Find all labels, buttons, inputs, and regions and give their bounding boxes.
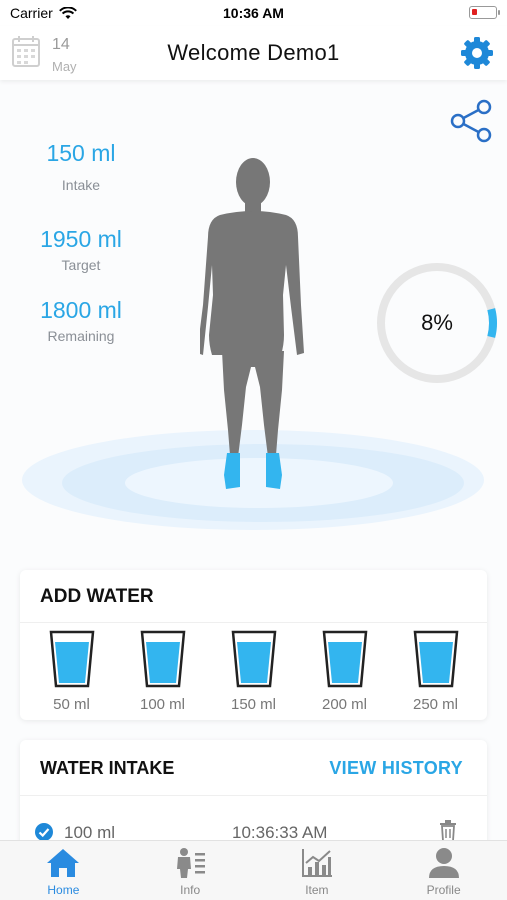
stat-intake: 150 ml Intake	[20, 140, 142, 193]
check-circle-icon	[35, 823, 53, 841]
glass-label: 100 ml	[139, 696, 186, 713]
home-icon	[47, 849, 80, 877]
stat-target: 1950 ml Target	[20, 226, 142, 273]
stat-label: Intake	[61, 177, 101, 193]
stat-label: Remaining	[47, 328, 115, 344]
glass-150ml-button[interactable]: 150 ml	[214, 630, 294, 713]
profile-icon	[428, 848, 459, 878]
stat-value: 150 ml	[46, 140, 116, 166]
glass-label: 250 ml	[412, 696, 459, 713]
tab-label: Profile	[426, 883, 461, 897]
view-history-button[interactable]: VIEW HISTORY	[329, 758, 463, 779]
body-figure-icon	[200, 158, 304, 489]
info-icon	[177, 848, 206, 878]
water-glass-icon	[322, 630, 367, 688]
glass-label: 200 ml	[321, 696, 368, 713]
tab-bar: Home Info Item Profile	[0, 840, 507, 900]
divider	[20, 795, 487, 796]
glass-label: 150 ml	[230, 696, 277, 713]
glass-200ml-button[interactable]: 200 ml	[305, 630, 385, 713]
share-icon[interactable]	[448, 98, 494, 144]
glass-label: 50 ml	[53, 696, 90, 713]
stat-label: Target	[61, 257, 101, 273]
tab-label: Item	[305, 883, 329, 897]
tab-label: Home	[47, 883, 80, 897]
water-glass-icon	[49, 630, 94, 688]
glass-100ml-button[interactable]: 100 ml	[123, 630, 203, 713]
status-time: 10:36 AM	[223, 5, 284, 21]
glass-options: 50 ml 100 ml 150 ml 200 ml 250 ml	[20, 630, 487, 713]
stat-value: 1800 ml	[40, 297, 122, 323]
battery-icon	[469, 6, 500, 19]
water-glass-icon	[413, 630, 458, 688]
tab-home[interactable]: Home	[0, 841, 127, 900]
divider	[20, 622, 487, 623]
chart-icon	[301, 849, 332, 877]
water-glass-icon	[140, 630, 185, 688]
trash-icon[interactable]	[439, 820, 457, 842]
tab-label: Info	[180, 883, 201, 897]
glass-50ml-button[interactable]: 50 ml	[32, 630, 112, 713]
glass-250ml-button[interactable]: 250 ml	[396, 630, 476, 713]
stat-value: 1950 ml	[40, 226, 122, 252]
stat-remaining: 1800 ml Remaining	[20, 297, 142, 344]
header: 14 May Welcome Demo1	[0, 26, 507, 80]
water-glass-icon	[231, 630, 276, 688]
screen: Carrier 10:36 AM 14 May Welcome Demo1 15…	[0, 0, 507, 900]
page-title: Welcome Demo1	[167, 40, 340, 65]
add-water-card: ADD WATER 50 ml 100 ml 150 ml 200 ml 250…	[20, 570, 487, 720]
progress-label: 8%	[421, 310, 453, 335]
water-intake-title: WATER INTAKE	[40, 758, 175, 778]
status-bar: Carrier 10:36 AM	[0, 0, 507, 26]
gear-icon[interactable]	[459, 35, 495, 71]
tab-profile[interactable]: Profile	[380, 841, 507, 900]
add-water-title: ADD WATER	[40, 586, 154, 607]
tab-info[interactable]: Info	[127, 841, 254, 900]
tab-item[interactable]: Item	[254, 841, 381, 900]
